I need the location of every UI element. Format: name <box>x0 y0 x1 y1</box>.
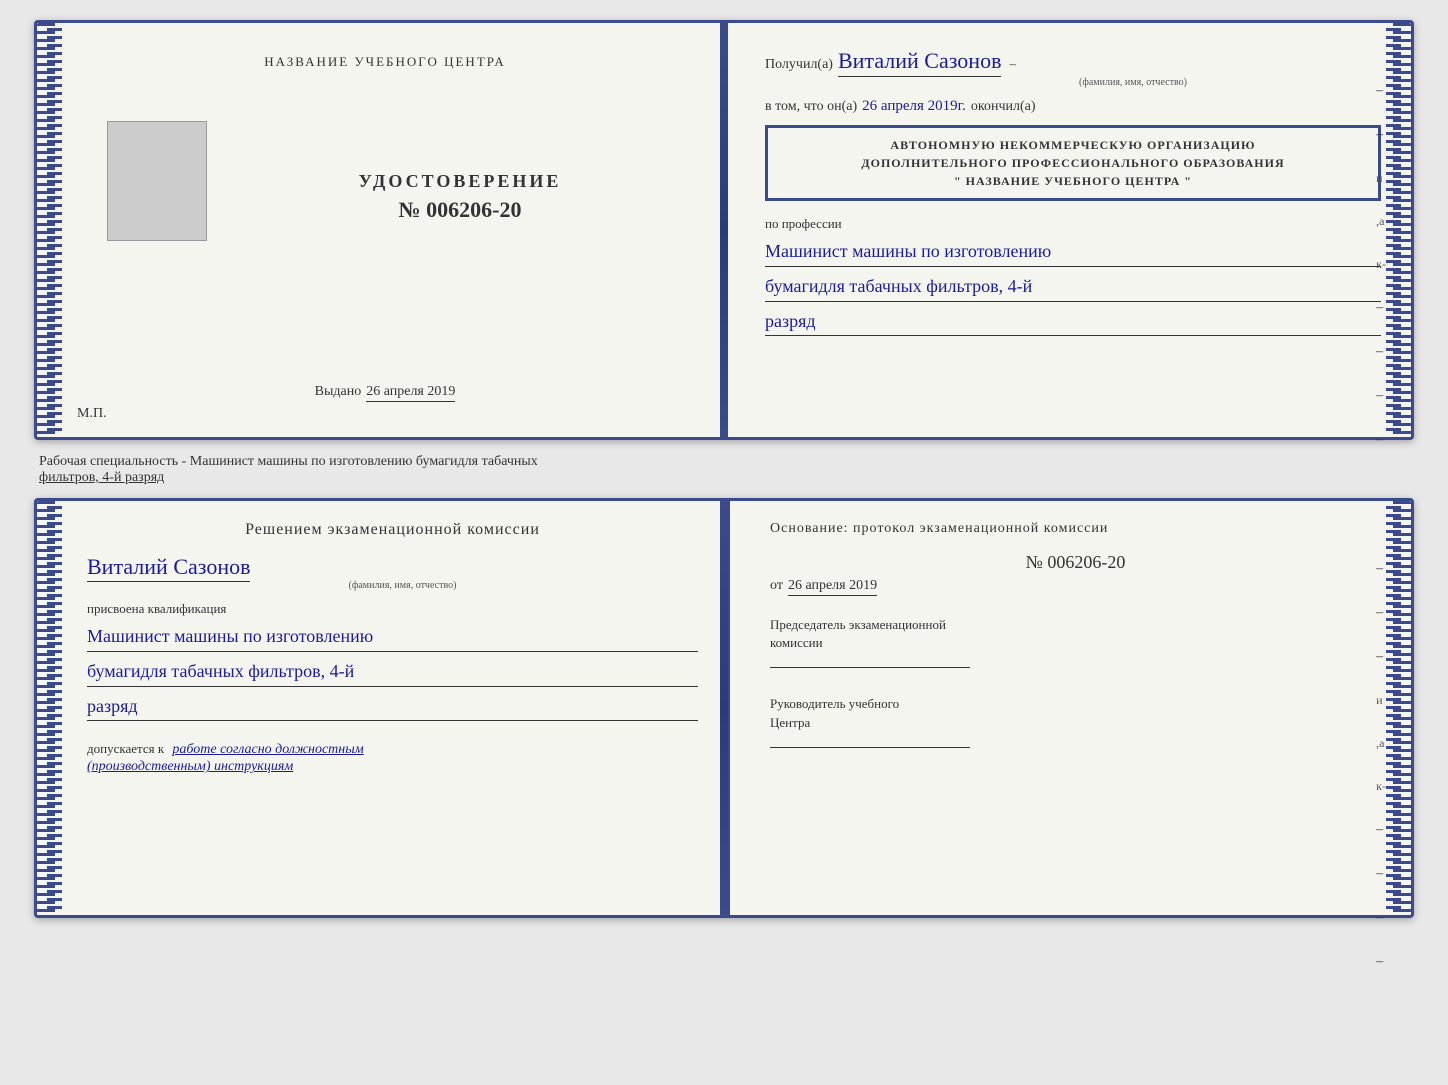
profession-line1: Машинист машины по изготовлению <box>765 237 1381 267</box>
in-that-label: в том, что он(а) <box>765 99 857 115</box>
diploma-spine <box>720 23 728 437</box>
chairman-text1: Председатель экзаменационной <box>770 617 946 632</box>
mp-label: М.П. <box>77 406 107 422</box>
separator-text-underlined: фильтров, 4-й разряд <box>39 470 1409 486</box>
bottom-left-page: Решением экзаменационной комиссии Витали… <box>37 501 730 915</box>
issued-label: Выдано <box>315 384 362 400</box>
issued-line: Выдано 26 апреля 2019 <box>315 384 456 402</box>
director-signature-line <box>770 747 970 748</box>
profession-label: по профессии <box>765 216 1381 232</box>
director-label: Руководитель учебного Центра <box>770 695 1381 731</box>
qualification-line2: бумагидля табачных фильтров, 4-й <box>87 657 698 687</box>
separator-section: Рабочая специальность - Машинист машины … <box>34 450 1414 488</box>
diploma-book-top: НАЗВАНИЕ УЧЕБНОГО ЦЕНТРА УДОСТОВЕРЕНИЕ №… <box>34 20 1414 440</box>
right-decoration-top <box>1393 23 1411 437</box>
chairman-label: Председатель экзаменационной комиссии <box>770 616 1381 652</box>
chairman-signature-line <box>770 667 970 668</box>
protocol-number: № 006206-20 <box>770 552 1381 573</box>
qualification-line1: Машинист машины по изготовлению <box>87 622 698 652</box>
diploma-spine-bottom <box>720 501 728 915</box>
stamp-box: АВТОНОМНУЮ НЕКОММЕРЧЕСКУЮ ОРГАНИЗАЦИЮ ДО… <box>765 125 1381 201</box>
diploma-left-page: НАЗВАНИЕ УЧЕБНОГО ЦЕНТРА УДОСТОВЕРЕНИЕ №… <box>37 23 725 437</box>
date-from-line: от 26 апреля 2019 <box>770 578 1381 596</box>
date-from-value: 26 апреля 2019 <box>788 578 877 596</box>
certificate-number: № 006206-20 <box>399 197 522 223</box>
photo-placeholder <box>107 121 207 241</box>
fio-hint-bottom: (фамилия, имя, отчество) <box>107 580 698 591</box>
stamp-line3: " НАЗВАНИЕ УЧЕБНОГО ЦЕНТРА " <box>780 172 1366 190</box>
director-text2: Центра <box>770 715 810 730</box>
separator-text-normal: Рабочая специальность - Машинист машины … <box>39 454 1409 470</box>
stamp-line1: АВТОНОМНУЮ НЕКОММЕРЧЕСКУЮ ОРГАНИЗАЦИЮ <box>780 136 1366 154</box>
commission-title: Решением экзаменационной комиссии <box>87 521 698 539</box>
allowed-section: допускается к работе согласно должностны… <box>87 741 698 775</box>
qualification-label: присвоена квалификация <box>87 601 698 617</box>
allowed-handwritten-1: работе согласно должностным <box>172 742 363 757</box>
stamp-line2: ДОПОЛНИТЕЛЬНОГО ПРОФЕССИОНАЛЬНОГО ОБРАЗО… <box>780 154 1366 172</box>
right-decoration-bottom <box>1393 501 1411 915</box>
right-dashes-bottom: – – – и ,а к- – – – – <box>1376 561 1386 970</box>
bottom-right-page: Основание: протокол экзаменационной коми… <box>730 501 1411 915</box>
chairman-text2: комиссии <box>770 635 823 650</box>
basis-line: Основание: протокол экзаменационной коми… <box>770 521 1381 537</box>
allowed-handwritten-2: (производственным) инструкциям <box>87 759 293 774</box>
received-label: Получил(а) <box>765 57 833 73</box>
diploma-book-bottom: Решением экзаменационной комиссии Витали… <box>34 498 1414 918</box>
profession-line3: разряд <box>765 307 1381 337</box>
profession-line2: бумагидля табачных фильтров, 4-й <box>765 272 1381 302</box>
date-value: 26 апреля 2019г. <box>862 98 966 115</box>
certificate-title: УДОСТОВЕРЕНИЕ <box>359 171 562 192</box>
training-center-label: НАЗВАНИЕ УЧЕБНОГО ЦЕНТРА <box>264 54 505 69</box>
issued-date: 26 апреля 2019 <box>366 384 455 402</box>
fio-hint-top: (фамилия, имя, отчество) <box>885 77 1381 88</box>
finished-label: окончил(а) <box>971 99 1036 115</box>
document-container: НАЗВАНИЕ УЧЕБНОГО ЦЕНТРА УДОСТОВЕРЕНИЕ №… <box>34 20 1414 918</box>
director-text1: Руководитель учебного <box>770 696 899 711</box>
right-dashes: – – и ,а к- – – – – <box>1376 83 1386 448</box>
recipient-name: Виталий Сазонов <box>838 48 1001 77</box>
allowed-label: допускается к <box>87 741 164 756</box>
date-from-label: от <box>770 578 783 594</box>
in-that-line: в том, что он(а) 26 апреля 2019г. окончи… <box>765 98 1381 115</box>
qualification-line3: разряд <box>87 692 698 722</box>
bottom-recipient-name: Виталий Сазонов <box>87 554 250 582</box>
diploma-right-page: Получил(а) Виталий Сазонов – (фамилия, и… <box>725 23 1411 437</box>
